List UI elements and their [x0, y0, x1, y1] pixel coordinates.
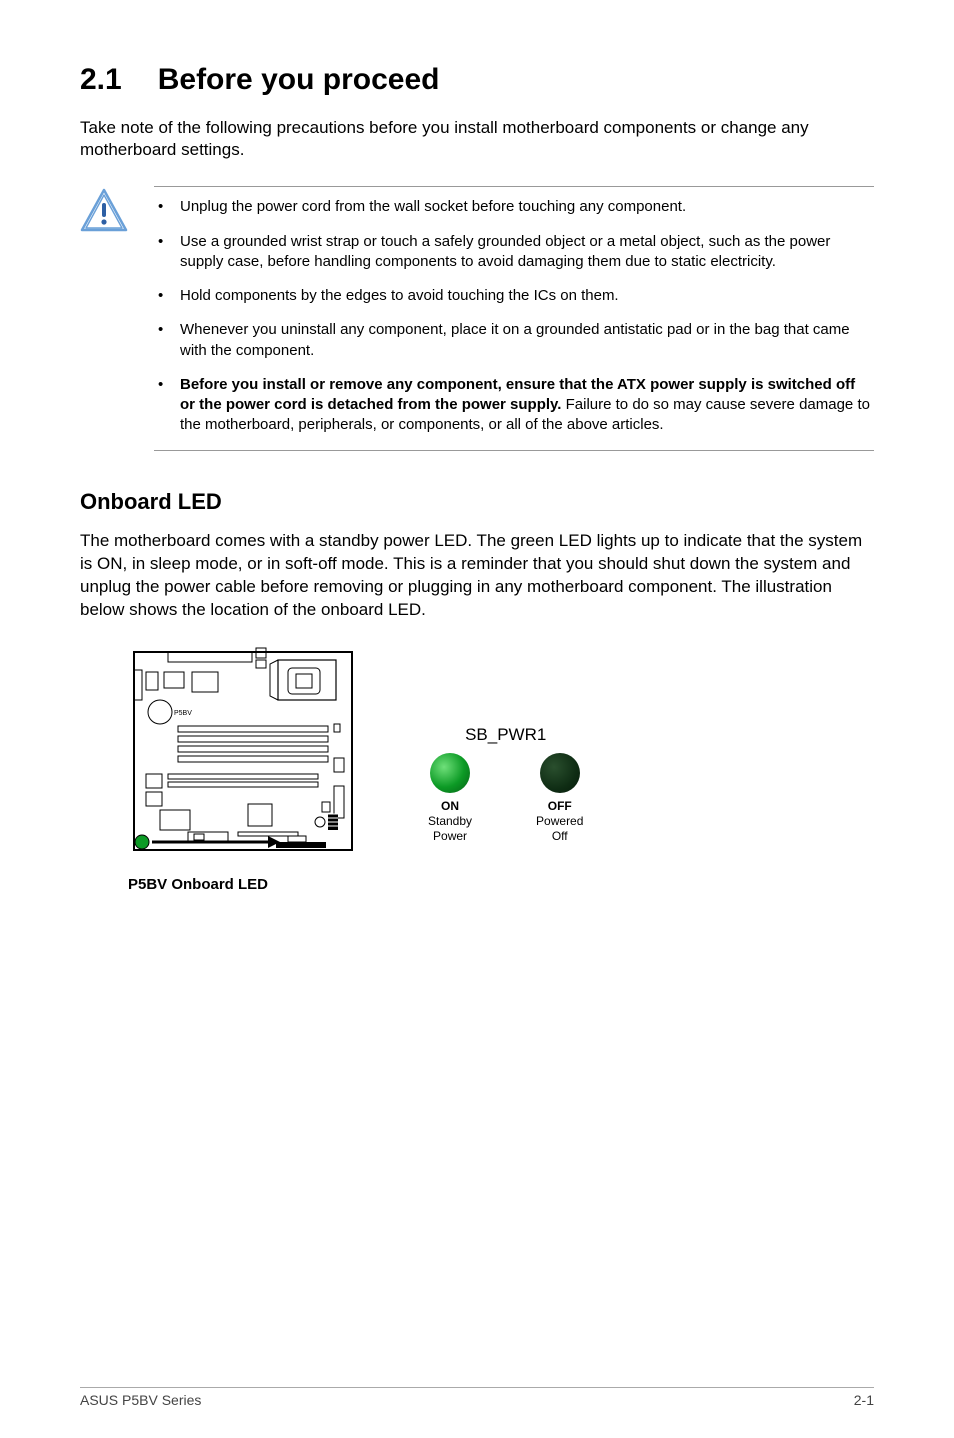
precaution-text: Hold components by the edges to avoid to…: [180, 287, 619, 304]
onboard-led-diagram: P5BV: [128, 646, 874, 895]
led-off-sub: Powered Off: [536, 814, 583, 844]
section-title: Before you proceed: [158, 63, 440, 96]
section-heading: 2.1 Before you proceed: [80, 60, 874, 101]
precaution-text: Whenever you uninstall any component, pl…: [180, 321, 850, 358]
led-off-icon: [540, 753, 580, 793]
caution-icon: [80, 186, 128, 239]
precaution-text: Unplug the power cord from the wall sock…: [180, 198, 686, 215]
precaution-item: Use a grounded wrist strap or touch a sa…: [154, 232, 874, 273]
precaution-item: Before you install or remove any compone…: [154, 375, 874, 436]
footer-left: ASUS P5BV Series: [80, 1391, 201, 1410]
led-on-icon: [430, 753, 470, 793]
onboard-led-paragraph: The motherboard comes with a standby pow…: [80, 530, 874, 622]
precaution-text: Use a grounded wrist strap or touch a sa…: [180, 233, 830, 270]
led-on-column: ON Standby Power: [428, 753, 472, 844]
precaution-item: Hold components by the edges to avoid to…: [154, 286, 874, 306]
led-on-label: ON: [441, 799, 459, 814]
board-label: P5BV: [174, 710, 192, 717]
led-legend-title: SB_PWR1: [428, 724, 583, 747]
led-on-sub: Standby Power: [428, 814, 472, 844]
page-footer: ASUS P5BV Series 2-1: [80, 1391, 874, 1410]
precautions-callout: Unplug the power cord from the wall sock…: [80, 186, 874, 450]
onboard-led-heading: Onboard LED: [80, 487, 874, 517]
precaution-item: Whenever you uninstall any component, pl…: [154, 320, 874, 361]
footer-divider: [80, 1387, 874, 1388]
led-legend: SB_PWR1 ON Standby Power OFF Powered Off: [428, 646, 583, 844]
precautions-list: Unplug the power cord from the wall sock…: [154, 186, 874, 450]
motherboard-illustration: P5BV: [128, 646, 358, 895]
precaution-item: Unplug the power cord from the wall sock…: [154, 197, 874, 217]
intro-paragraph: Take note of the following precautions b…: [80, 117, 874, 163]
footer-right: 2-1: [854, 1391, 874, 1410]
led-off-column: OFF Powered Off: [536, 753, 583, 844]
led-off-label: OFF: [548, 799, 572, 814]
diagram-caption: P5BV Onboard LED: [128, 875, 358, 895]
section-number: 2.1: [80, 60, 122, 101]
